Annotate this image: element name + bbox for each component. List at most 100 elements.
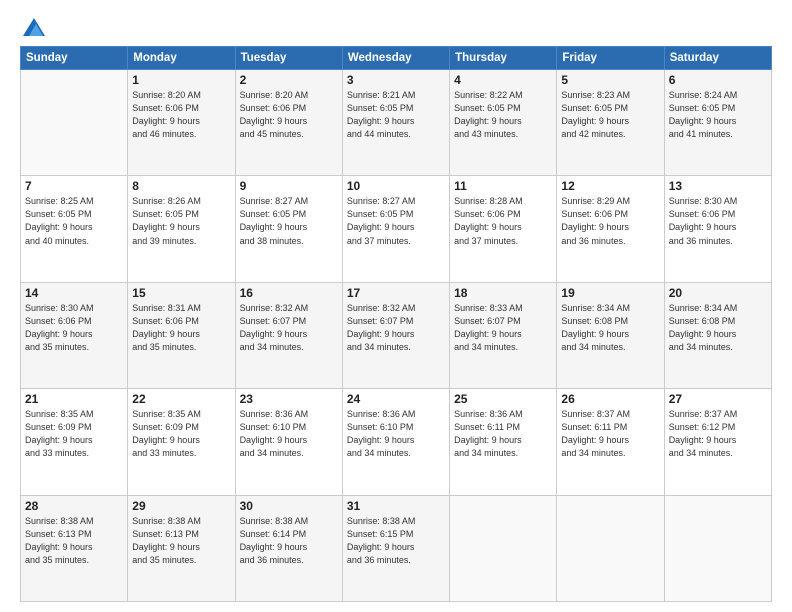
calendar-cell: 19 Sunrise: 8:34 AM Sunset: 6:08 PM Dayli… <box>557 282 664 388</box>
day-info: Sunrise: 8:22 AM Sunset: 6:05 PM Dayligh… <box>454 89 552 141</box>
col-header-monday: Monday <box>128 47 235 70</box>
day-number: 23 <box>240 392 338 406</box>
day-number: 9 <box>240 179 338 193</box>
day-number: 11 <box>454 179 552 193</box>
day-number: 14 <box>25 286 123 300</box>
day-info: Sunrise: 8:37 AM Sunset: 6:12 PM Dayligh… <box>669 408 767 460</box>
calendar-cell: 20 Sunrise: 8:34 AM Sunset: 6:08 PM Dayli… <box>664 282 771 388</box>
calendar-cell: 18 Sunrise: 8:33 AM Sunset: 6:07 PM Dayli… <box>450 282 557 388</box>
day-number: 1 <box>132 73 230 87</box>
day-number: 6 <box>669 73 767 87</box>
calendar-cell: 22 Sunrise: 8:35 AM Sunset: 6:09 PM Dayli… <box>128 389 235 495</box>
calendar-cell: 24 Sunrise: 8:36 AM Sunset: 6:10 PM Dayli… <box>342 389 449 495</box>
day-info: Sunrise: 8:38 AM Sunset: 6:13 PM Dayligh… <box>132 515 230 567</box>
day-info: Sunrise: 8:28 AM Sunset: 6:06 PM Dayligh… <box>454 195 552 247</box>
day-info: Sunrise: 8:20 AM Sunset: 6:06 PM Dayligh… <box>132 89 230 141</box>
day-info: Sunrise: 8:30 AM Sunset: 6:06 PM Dayligh… <box>669 195 767 247</box>
day-number: 16 <box>240 286 338 300</box>
calendar-cell: 23 Sunrise: 8:36 AM Sunset: 6:10 PM Dayli… <box>235 389 342 495</box>
day-number: 22 <box>132 392 230 406</box>
day-info: Sunrise: 8:21 AM Sunset: 6:05 PM Dayligh… <box>347 89 445 141</box>
day-info: Sunrise: 8:38 AM Sunset: 6:14 PM Dayligh… <box>240 515 338 567</box>
day-number: 2 <box>240 73 338 87</box>
day-number: 10 <box>347 179 445 193</box>
calendar-cell: 29 Sunrise: 8:38 AM Sunset: 6:13 PM Dayli… <box>128 495 235 601</box>
calendar-header-row: SundayMondayTuesdayWednesdayThursdayFrid… <box>21 47 772 70</box>
calendar-cell: 4 Sunrise: 8:22 AM Sunset: 6:05 PM Daylig… <box>450 70 557 176</box>
week-row-1: 7 Sunrise: 8:25 AM Sunset: 6:05 PM Daylig… <box>21 176 772 282</box>
day-info: Sunrise: 8:32 AM Sunset: 6:07 PM Dayligh… <box>240 302 338 354</box>
day-number: 15 <box>132 286 230 300</box>
week-row-0: 1 Sunrise: 8:20 AM Sunset: 6:06 PM Daylig… <box>21 70 772 176</box>
calendar-cell: 3 Sunrise: 8:21 AM Sunset: 6:05 PM Daylig… <box>342 70 449 176</box>
calendar-cell <box>557 495 664 601</box>
calendar-cell: 5 Sunrise: 8:23 AM Sunset: 6:05 PM Daylig… <box>557 70 664 176</box>
day-number: 4 <box>454 73 552 87</box>
week-row-2: 14 Sunrise: 8:30 AM Sunset: 6:06 PM Dayli… <box>21 282 772 388</box>
day-info: Sunrise: 8:35 AM Sunset: 6:09 PM Dayligh… <box>25 408 123 460</box>
day-number: 26 <box>561 392 659 406</box>
day-info: Sunrise: 8:24 AM Sunset: 6:05 PM Dayligh… <box>669 89 767 141</box>
day-number: 31 <box>347 499 445 513</box>
header <box>20 18 772 36</box>
calendar-cell: 26 Sunrise: 8:37 AM Sunset: 6:11 PM Dayli… <box>557 389 664 495</box>
day-info: Sunrise: 8:38 AM Sunset: 6:15 PM Dayligh… <box>347 515 445 567</box>
calendar-cell: 17 Sunrise: 8:32 AM Sunset: 6:07 PM Dayli… <box>342 282 449 388</box>
calendar-cell: 1 Sunrise: 8:20 AM Sunset: 6:06 PM Daylig… <box>128 70 235 176</box>
col-header-saturday: Saturday <box>664 47 771 70</box>
week-row-3: 21 Sunrise: 8:35 AM Sunset: 6:09 PM Dayli… <box>21 389 772 495</box>
calendar-cell: 31 Sunrise: 8:38 AM Sunset: 6:15 PM Dayli… <box>342 495 449 601</box>
week-row-4: 28Sunrise: 8:38 AM Sunset: 6:13 PM Dayli… <box>21 495 772 601</box>
logo-icon <box>23 18 45 36</box>
day-number: 3 <box>347 73 445 87</box>
day-info: Sunrise: 8:34 AM Sunset: 6:08 PM Dayligh… <box>561 302 659 354</box>
day-info: Sunrise: 8:32 AM Sunset: 6:07 PM Dayligh… <box>347 302 445 354</box>
day-number: 20 <box>669 286 767 300</box>
logo <box>20 18 45 36</box>
calendar-cell: 13 Sunrise: 8:30 AM Sunset: 6:06 PM Dayli… <box>664 176 771 282</box>
day-number: 12 <box>561 179 659 193</box>
day-number: 19 <box>561 286 659 300</box>
day-info: Sunrise: 8:27 AM Sunset: 6:05 PM Dayligh… <box>240 195 338 247</box>
day-info: Sunrise: 8:30 AM Sunset: 6:06 PM Dayligh… <box>25 302 123 354</box>
calendar-cell: 14 Sunrise: 8:30 AM Sunset: 6:06 PM Dayli… <box>21 282 128 388</box>
calendar-cell: 16 Sunrise: 8:32 AM Sunset: 6:07 PM Dayli… <box>235 282 342 388</box>
calendar-cell: 6 Sunrise: 8:24 AM Sunset: 6:05 PM Daylig… <box>664 70 771 176</box>
day-info: Sunrise: 8:36 AM Sunset: 6:10 PM Dayligh… <box>347 408 445 460</box>
calendar-cell <box>664 495 771 601</box>
day-info: Sunrise: 8:29 AM Sunset: 6:06 PM Dayligh… <box>561 195 659 247</box>
day-info: Sunrise: 8:38 AM Sunset: 6:13 PM Dayligh… <box>25 515 123 567</box>
calendar-cell <box>450 495 557 601</box>
col-header-sunday: Sunday <box>21 47 128 70</box>
day-number: 21 <box>25 392 123 406</box>
col-header-thursday: Thursday <box>450 47 557 70</box>
calendar-cell: 21 Sunrise: 8:35 AM Sunset: 6:09 PM Dayli… <box>21 389 128 495</box>
calendar-cell: 2Sunrise: 8:20 AM Sunset: 6:06 PM Daylig… <box>235 70 342 176</box>
day-info: Sunrise: 8:37 AM Sunset: 6:11 PM Dayligh… <box>561 408 659 460</box>
calendar-cell: 27Sunrise: 8:37 AM Sunset: 6:12 PM Dayli… <box>664 389 771 495</box>
day-number: 29 <box>132 499 230 513</box>
day-info: Sunrise: 8:34 AM Sunset: 6:08 PM Dayligh… <box>669 302 767 354</box>
col-header-tuesday: Tuesday <box>235 47 342 70</box>
day-info: Sunrise: 8:33 AM Sunset: 6:07 PM Dayligh… <box>454 302 552 354</box>
day-number: 13 <box>669 179 767 193</box>
calendar-cell <box>21 70 128 176</box>
calendar-cell: 12 Sunrise: 8:29 AM Sunset: 6:06 PM Dayli… <box>557 176 664 282</box>
calendar-cell: 15Sunrise: 8:31 AM Sunset: 6:06 PM Dayli… <box>128 282 235 388</box>
day-info: Sunrise: 8:36 AM Sunset: 6:10 PM Dayligh… <box>240 408 338 460</box>
day-number: 5 <box>561 73 659 87</box>
page: SundayMondayTuesdayWednesdayThursdayFrid… <box>0 0 792 612</box>
calendar-cell: 28Sunrise: 8:38 AM Sunset: 6:13 PM Dayli… <box>21 495 128 601</box>
day-number: 17 <box>347 286 445 300</box>
day-info: Sunrise: 8:35 AM Sunset: 6:09 PM Dayligh… <box>132 408 230 460</box>
day-info: Sunrise: 8:27 AM Sunset: 6:05 PM Dayligh… <box>347 195 445 247</box>
day-number: 18 <box>454 286 552 300</box>
day-info: Sunrise: 8:25 AM Sunset: 6:05 PM Dayligh… <box>25 195 123 247</box>
col-header-friday: Friday <box>557 47 664 70</box>
day-number: 24 <box>347 392 445 406</box>
day-number: 8 <box>132 179 230 193</box>
day-info: Sunrise: 8:26 AM Sunset: 6:05 PM Dayligh… <box>132 195 230 247</box>
day-number: 7 <box>25 179 123 193</box>
day-info: Sunrise: 8:23 AM Sunset: 6:05 PM Dayligh… <box>561 89 659 141</box>
calendar-cell: 25Sunrise: 8:36 AM Sunset: 6:11 PM Dayli… <box>450 389 557 495</box>
